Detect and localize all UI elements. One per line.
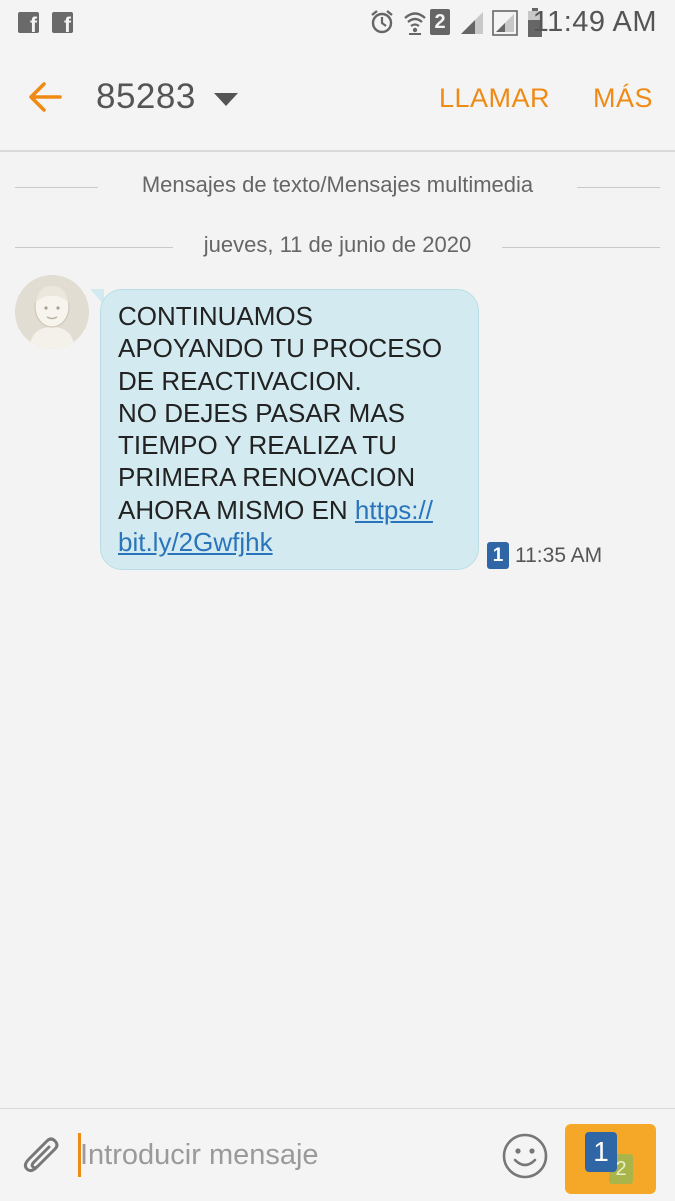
emoji-icon[interactable] — [500, 1131, 550, 1181]
conversation-header: 85283 LLAMAR MÁS — [0, 45, 675, 152]
person-avatar-icon — [15, 275, 89, 349]
facebook-icon: f — [52, 12, 73, 33]
message-type-divider: Mensajes de texto/Mensajes multimedia — [15, 172, 660, 202]
message-type-label: Mensajes de texto/Mensajes multimedia — [141, 172, 534, 197]
signal-icon — [461, 12, 483, 34]
call-button[interactable]: LLAMAR — [439, 83, 550, 114]
date-label: jueves, 11 de junio de 2020 — [203, 232, 472, 257]
clock: 11:49 AM — [532, 6, 657, 38]
alarm-icon — [371, 10, 393, 34]
back-arrow-icon[interactable] — [26, 77, 66, 117]
contact-name[interactable]: 85283 — [96, 77, 196, 117]
status-icons: 2 11:49 AM — [345, 0, 675, 45]
message-body: CONTINUAMOS APOYANDO TU PROCESO DE REACT… — [118, 301, 443, 525]
avatar[interactable] — [15, 275, 89, 349]
facebook-icon: f — [18, 12, 39, 33]
status-bar: f f 2 11:49 AM — [0, 0, 675, 45]
sim-1-badge: 1 — [487, 542, 509, 569]
message-time: 11:35 AM — [515, 544, 603, 567]
message-composer: 2 1 — [0, 1108, 675, 1201]
message-input[interactable] — [80, 1132, 480, 1178]
wifi-icon — [404, 12, 426, 35]
message-text: CONTINUAMOS APOYANDO TU PROCESO DE REACT… — [118, 300, 468, 558]
chevron-down-icon[interactable] — [214, 93, 238, 106]
sim-1-send-icon: 1 — [585, 1132, 617, 1172]
more-button[interactable]: MÁS — [593, 83, 653, 114]
date-divider: jueves, 11 de junio de 2020 — [15, 232, 660, 262]
sim-2-icon: 2 — [430, 9, 450, 35]
paperclip-icon[interactable] — [20, 1132, 64, 1180]
send-button[interactable]: 2 1 — [565, 1124, 656, 1194]
signal-icon — [492, 10, 518, 36]
